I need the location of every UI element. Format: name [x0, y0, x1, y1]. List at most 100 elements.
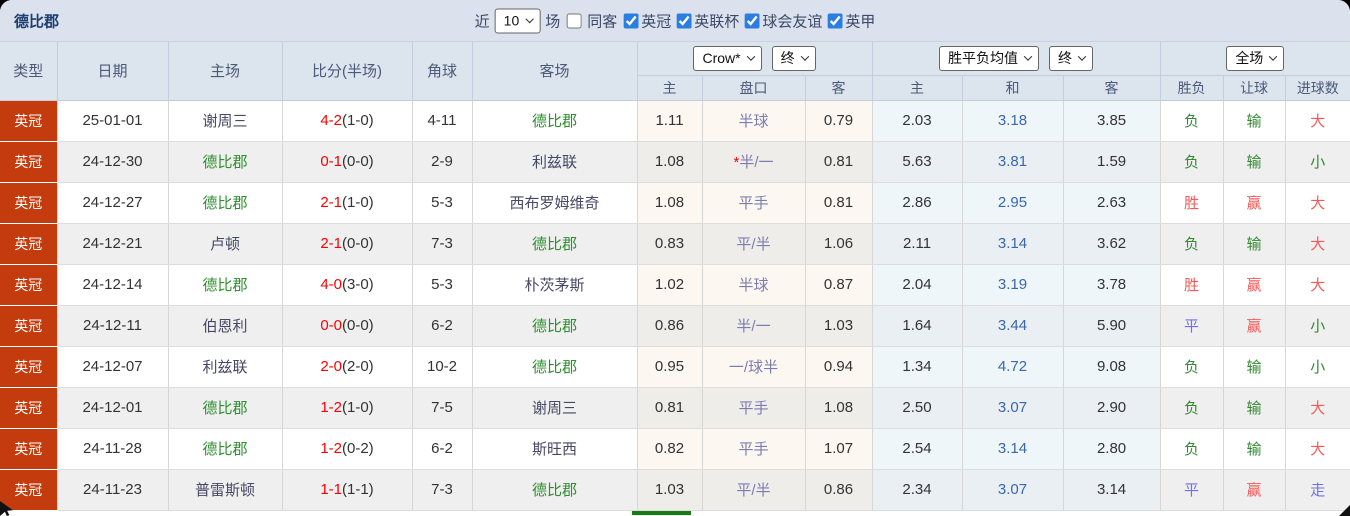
col-away: 客场: [472, 42, 638, 101]
match-score: 1-2(1-0): [282, 387, 413, 429]
away-team[interactable]: 朴茨茅斯: [472, 264, 638, 306]
away-team[interactable]: 利兹联: [472, 141, 638, 183]
match-date: 24-11-23: [57, 469, 169, 511]
league-checkbox[interactable]: [744, 13, 760, 28]
home-team[interactable]: 德比郡: [168, 264, 283, 306]
halftime-score: (0-0): [342, 153, 374, 170]
result-cell: 平: [1160, 469, 1224, 511]
goals-result-cell: 小: [1285, 305, 1350, 347]
avg-away: 3.62: [1063, 223, 1161, 265]
table-row: 英冠 24-12-30 德比郡 0-1(0-0) 2-9 利兹联 1.08 *半…: [0, 141, 1350, 183]
match-history-panel: 德比郡 近 10 场 同客 英冠 英联杯 球会友谊 英甲 类型 日期 主场 比分…: [0, 0, 1350, 516]
odds-home: 1.08: [637, 141, 703, 183]
bookmaker-group: Crow* 终: [637, 42, 873, 76]
handicap: 半球: [702, 264, 806, 306]
home-team[interactable]: 德比郡: [168, 182, 283, 224]
handicap: 半球: [702, 100, 806, 142]
home-team[interactable]: 德比郡: [168, 387, 283, 429]
odds-type-value: 胜平负均值: [948, 49, 1019, 66]
table-row: 英冠 24-11-23 普雷斯顿 1-1(1-1) 7-3 德比郡 1.03 平…: [0, 469, 1350, 511]
halftime-score: (1-1): [342, 481, 374, 498]
handicap: 平手: [702, 182, 806, 224]
fulltime-score: 1-2: [320, 440, 342, 457]
match-count-value: 10: [503, 12, 520, 28]
goals-result-cell: 小: [1285, 346, 1350, 388]
odds-home: 1.03: [637, 469, 703, 511]
odds-away: 0.87: [805, 264, 873, 306]
league-checkbox[interactable]: [676, 13, 692, 28]
home-team[interactable]: 利兹联: [168, 346, 283, 388]
type-badge: 英冠: [0, 141, 58, 183]
handicap-result-cell: 输: [1223, 141, 1286, 183]
odds-type-group: 胜平负均值 终: [872, 42, 1161, 76]
near-label: 近: [474, 13, 490, 30]
top-bar: 德比郡 近 10 场 同客 英冠 英联杯 球会友谊 英甲: [0, 0, 1350, 42]
away-team[interactable]: 德比郡: [472, 469, 638, 511]
same-away-checkbox[interactable]: [566, 13, 582, 28]
home-team[interactable]: 卢顿: [168, 223, 283, 265]
avg-draw: 3.18: [962, 100, 1064, 142]
away-team[interactable]: 德比郡: [472, 305, 638, 347]
odds-away: 1.08: [805, 387, 873, 429]
league-checkbox[interactable]: [827, 13, 843, 28]
avg-home: 2.03: [872, 100, 963, 142]
filter-bar: 近 10 场 同客 英冠 英联杯 球会友谊 英甲: [474, 8, 875, 33]
halftime-score: (0-0): [342, 235, 374, 252]
bookmaker-stage-select[interactable]: 终: [771, 45, 816, 71]
home-team[interactable]: 德比郡: [168, 428, 283, 470]
halftime-score: (3-0): [342, 276, 374, 293]
subcolumn-header: 主: [872, 75, 963, 101]
league-checkbox[interactable]: [623, 13, 639, 28]
odds-away: 0.79: [805, 100, 873, 142]
result-cell: 负: [1160, 428, 1224, 470]
result-cell: 负: [1160, 223, 1224, 265]
avg-draw: 3.07: [962, 469, 1064, 511]
avg-draw: 3.14: [962, 428, 1064, 470]
handicap-result-cell: 输: [1223, 100, 1286, 142]
avg-home: 2.54: [872, 428, 963, 470]
table-row: 英冠 24-12-07 利兹联 2-0(2-0) 10-2 德比郡 0.95 一…: [0, 346, 1350, 388]
corner-score: 6-2: [412, 305, 473, 347]
goals-result-cell: 大: [1285, 387, 1350, 429]
result-cell: 胜: [1160, 264, 1224, 306]
fulltime-score: 2-1: [320, 194, 342, 211]
fulltime-score: 2-0: [320, 358, 342, 375]
away-team[interactable]: 德比郡: [472, 100, 638, 142]
col-score: 比分(半场): [282, 42, 413, 101]
odds-away: 1.07: [805, 428, 873, 470]
away-team[interactable]: 德比郡: [472, 346, 638, 388]
bookmaker-select[interactable]: Crow*: [693, 45, 762, 71]
odds-away: 0.94: [805, 346, 873, 388]
match-count-select[interactable]: 10: [494, 8, 541, 33]
subcolumn-header: 客: [805, 75, 873, 101]
match-date: 24-12-11: [57, 305, 169, 347]
match-date: 24-12-14: [57, 264, 169, 306]
corner-score: 4-11: [412, 100, 473, 142]
away-team[interactable]: 德比郡: [472, 223, 638, 265]
goals-result-cell: 大: [1285, 264, 1350, 306]
avg-home: 2.11: [872, 223, 963, 265]
table-row: 英冠 24-12-21 卢顿 2-1(0-0) 7-3 德比郡 0.83 平/半…: [0, 223, 1350, 265]
away-team[interactable]: 斯旺西: [472, 428, 638, 470]
avg-home: 5.63: [872, 141, 963, 183]
home-team[interactable]: 谢周三: [168, 100, 283, 142]
col-home: 主场: [168, 42, 283, 101]
col-corner: 角球: [412, 42, 473, 101]
odds-home: 1.08: [637, 182, 703, 224]
odds-stage-select[interactable]: 终: [1049, 45, 1094, 71]
bookmaker-value: Crow*: [702, 49, 741, 66]
period-select[interactable]: 全场: [1226, 45, 1285, 71]
home-team[interactable]: 普雷斯顿: [168, 469, 283, 511]
goals-result-cell: 大: [1285, 182, 1350, 224]
odds-type-select[interactable]: 胜平负均值: [939, 45, 1040, 71]
handicap-result-cell: 赢: [1223, 305, 1286, 347]
home-team[interactable]: 德比郡: [168, 141, 283, 183]
home-team[interactable]: 伯恩利: [168, 305, 283, 347]
col-date: 日期: [57, 42, 169, 101]
away-team[interactable]: 西布罗姆维奇: [472, 182, 638, 224]
handicap: 平/半: [702, 223, 806, 265]
avg-home: 2.50: [872, 387, 963, 429]
goals-result-cell: 大: [1285, 223, 1350, 265]
away-team[interactable]: 谢周三: [472, 387, 638, 429]
corner-score: 5-3: [412, 182, 473, 224]
